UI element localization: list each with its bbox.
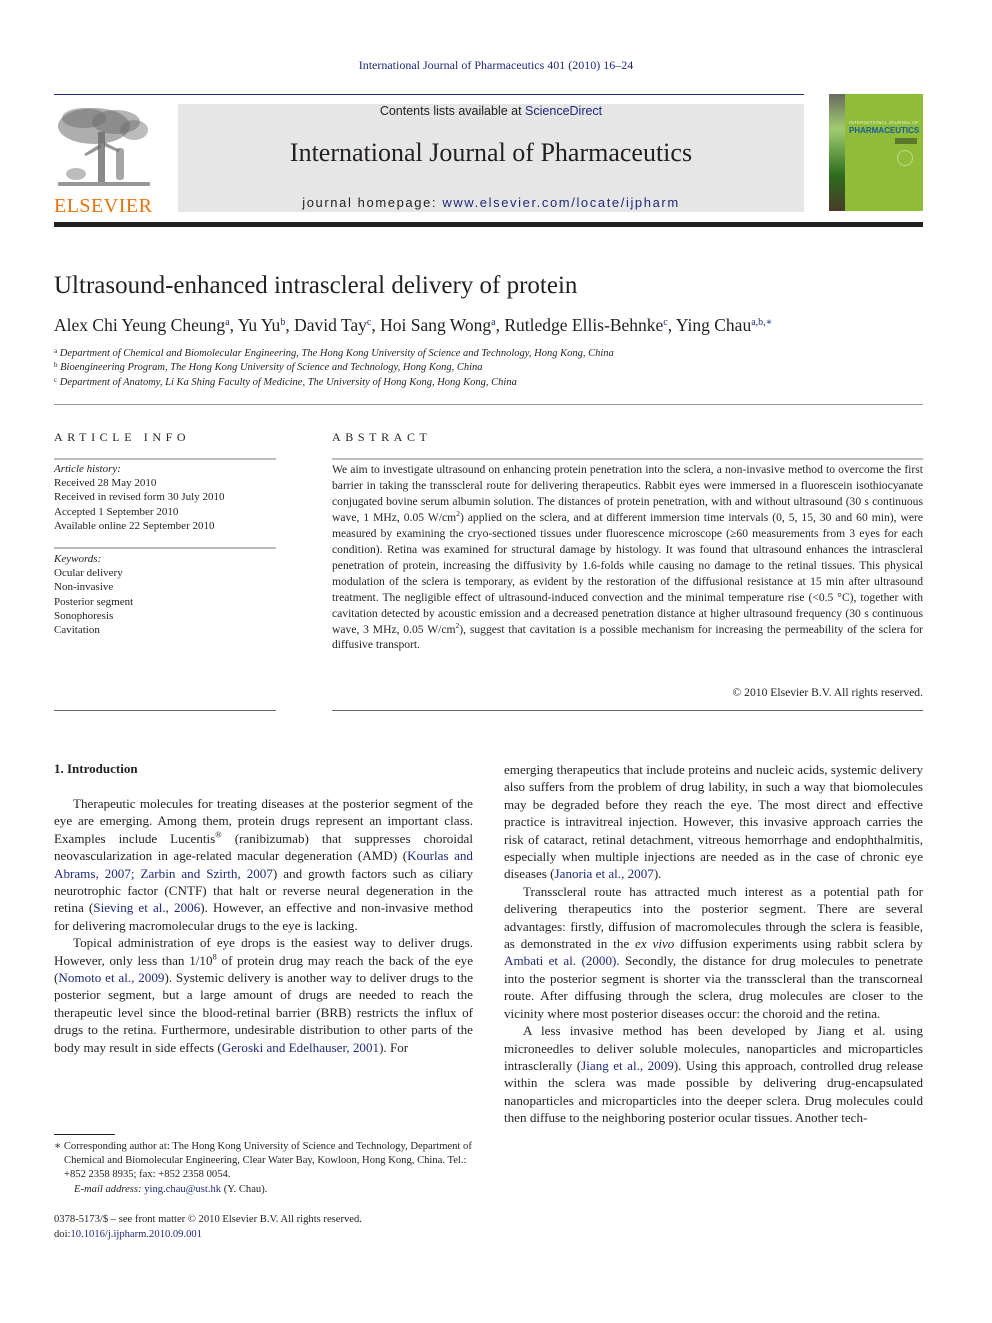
history-item: Received in revised form 30 July 2010	[54, 491, 225, 504]
keywords-label: Keywords:	[54, 553, 102, 565]
affiliation: b Bioengineering Program, The Hong Kong …	[54, 361, 483, 373]
author-name: Alex Chi Yeung Cheung	[54, 315, 226, 335]
keyword: Non-invasive	[54, 581, 114, 594]
author-name: David Tay	[294, 315, 367, 335]
affiliation: c Department of Anatomy, Li Ka Shing Fac…	[54, 376, 517, 388]
article-history: Article history: Received 28 May 2010 Re…	[54, 462, 224, 533]
citation-link[interactable]: Ambati et al. (2000)	[504, 953, 616, 968]
header-rule	[54, 94, 804, 95]
affiliation-marker: b	[54, 361, 58, 369]
abstract-heading: ABSTRACT	[332, 430, 432, 444]
article-title: Ultrasound-enhanced intrascleral deliver…	[54, 272, 578, 299]
contents-line: Contents lists available at ScienceDirec…	[178, 104, 804, 118]
keyword: Sonophoresis	[54, 609, 114, 622]
history-label: Article history:	[54, 463, 121, 475]
elsevier-logo[interactable]: ELSEVIER	[54, 104, 156, 217]
cover-image-test-tubes	[829, 94, 845, 211]
text-run: ). For	[379, 1039, 409, 1055]
author-affiliation-link[interactable]: c	[663, 317, 667, 328]
email-line: E-mail address: ying.chau@ust.hk (Y. Cha…	[54, 1183, 474, 1197]
abstract-copyright: © 2010 Elsevier B.V. All rights reserved…	[732, 686, 923, 699]
abstract-text: We aim to investigate ultrasound on enha…	[332, 462, 923, 653]
divider	[54, 458, 276, 460]
author-affiliation-link[interactable]: a,b,∗	[751, 317, 772, 328]
cover-text-line2: PHARMACEUTICS	[849, 126, 920, 135]
divider	[332, 710, 923, 711]
author-affiliation-link[interactable]: a	[225, 317, 229, 328]
elsevier-tree-icon	[58, 108, 150, 186]
cover-subtitle-block	[895, 138, 917, 144]
paragraph: Topical administration of eye drops is t…	[54, 934, 473, 1056]
emphasis: ex vivo	[635, 936, 675, 952]
author-affiliation-link[interactable]: c	[367, 317, 371, 328]
paragraph: emerging therapeutics that include prote…	[504, 761, 923, 883]
journal-cover-thumbnail[interactable]: INTERNATIONAL JOURNAL OF PHARMACEUTICS	[829, 94, 923, 211]
author-name: Hoi Sang Wong	[380, 315, 492, 335]
author-name: Ying Chau	[675, 315, 752, 335]
author-name: Rutledge Ellis-Behnke	[504, 315, 664, 335]
affiliation-text: Department of Chemical and Biomolecular …	[59, 348, 614, 359]
affiliation-marker: c	[54, 376, 58, 384]
doi-link[interactable]: 10.1016/j.ijpharm.2010.09.001	[70, 1229, 202, 1240]
paragraph: A less invasive method has been develope…	[504, 1022, 923, 1126]
affiliation: a Department of Chemical and Biomolecula…	[54, 347, 614, 359]
citation-link[interactable]: Nomoto et al., 2009	[58, 970, 164, 985]
text-run: diffusion experiments using rabbit scler…	[674, 936, 923, 952]
keyword: Posterior segment	[54, 595, 134, 608]
journal-masthead: Contents lists available at ScienceDirec…	[178, 104, 804, 212]
text-run: ).	[653, 866, 662, 882]
affiliation-text: Bioengineering Program, The Hong Kong Un…	[60, 362, 483, 373]
corresponding-author-footnote: ∗ Corresponding author at: The Hong Kong…	[54, 1140, 474, 1197]
text-run: emerging therapeutics that include prote…	[504, 762, 923, 882]
footnote-rule	[54, 1134, 115, 1135]
cover-seal-icon	[897, 150, 913, 166]
history-item: Accepted 1 September 2010	[54, 505, 179, 518]
citation-link[interactable]: Geroski and Edelhauser, 2001	[222, 1040, 379, 1055]
history-item: Received 28 May 2010	[54, 477, 157, 490]
issn-line: 0378-5173/$ – see front matter © 2010 El…	[54, 1214, 362, 1225]
keyword: Cavitation	[54, 624, 100, 637]
article-info-heading: ARTICLE INFO	[54, 430, 191, 444]
running-head[interactable]: International Journal of Pharmaceutics 4…	[0, 58, 992, 73]
author-affiliation-link[interactable]: b	[280, 317, 285, 328]
affiliation-marker: a	[54, 347, 58, 355]
citation-link[interactable]: Jiang et al., 2009	[581, 1058, 674, 1073]
journal-title: International Journal of Pharmaceutics	[289, 138, 693, 167]
citation-link[interactable]: Sieving et al., 2006	[93, 900, 200, 915]
keyword: Ocular delivery	[54, 567, 123, 580]
history-item: Available online 22 September 2010	[54, 519, 215, 532]
homepage-line: journal homepage: www.elsevier.com/locat…	[178, 195, 804, 210]
footnote-text: ∗ Corresponding author at: The Hong Kong…	[54, 1140, 474, 1183]
author-list: Alex Chi Yeung Cheunga, Yu Yub, David Ta…	[54, 315, 773, 335]
citation-link[interactable]: Janoria et al., 2007	[555, 866, 654, 881]
abstract-text-part: ) applied on the sclera, and at differen…	[332, 510, 924, 636]
elsevier-wordmark: ELSEVIER	[54, 195, 153, 217]
divider	[54, 404, 923, 405]
email-link[interactable]: ying.chau@ust.hk	[144, 1184, 221, 1195]
front-matter: 0378-5173/$ – see front matter © 2010 El…	[54, 1212, 362, 1242]
journal-homepage-link[interactable]: www.elsevier.com/locate/ijpharm	[442, 195, 679, 210]
divider	[332, 458, 923, 460]
email-suffix: (Y. Chau).	[221, 1183, 268, 1195]
author-name: Yu Yu	[237, 315, 281, 335]
cover-text-line1: INTERNATIONAL JOURNAL OF	[849, 120, 919, 125]
paragraph: Therapeutic molecules for treating disea…	[54, 795, 473, 934]
body-column-left: Therapeutic molecules for treating disea…	[54, 795, 473, 1056]
homepage-prefix: journal homepage:	[302, 195, 443, 210]
doi-line: doi:10.1016/j.ijpharm.2010.09.001	[54, 1227, 362, 1242]
contents-prefix: Contents lists available at	[379, 104, 526, 118]
divider	[54, 547, 276, 549]
affiliation-text: Department of Anatomy, Li Ka Shing Facul…	[59, 377, 517, 388]
body-column-right: emerging therapeutics that include prote…	[504, 761, 923, 1127]
email-label: E-mail address:	[74, 1183, 142, 1195]
paragraph: Transscleral route has attracted much in…	[504, 883, 923, 1022]
section-heading-introduction: 1. Introduction	[54, 761, 138, 776]
author-affiliation-link[interactable]: a	[491, 317, 495, 328]
masthead-thick-rule	[54, 222, 923, 227]
footnote-body: ∗ Corresponding author at: The Hong Kong…	[54, 1141, 472, 1181]
divider	[54, 710, 276, 711]
keywords: Keywords: Ocular delivery Non-invasive P…	[54, 552, 133, 637]
doi-prefix: doi:	[54, 1229, 71, 1240]
sciencedirect-link[interactable]: ScienceDirect	[525, 104, 602, 118]
